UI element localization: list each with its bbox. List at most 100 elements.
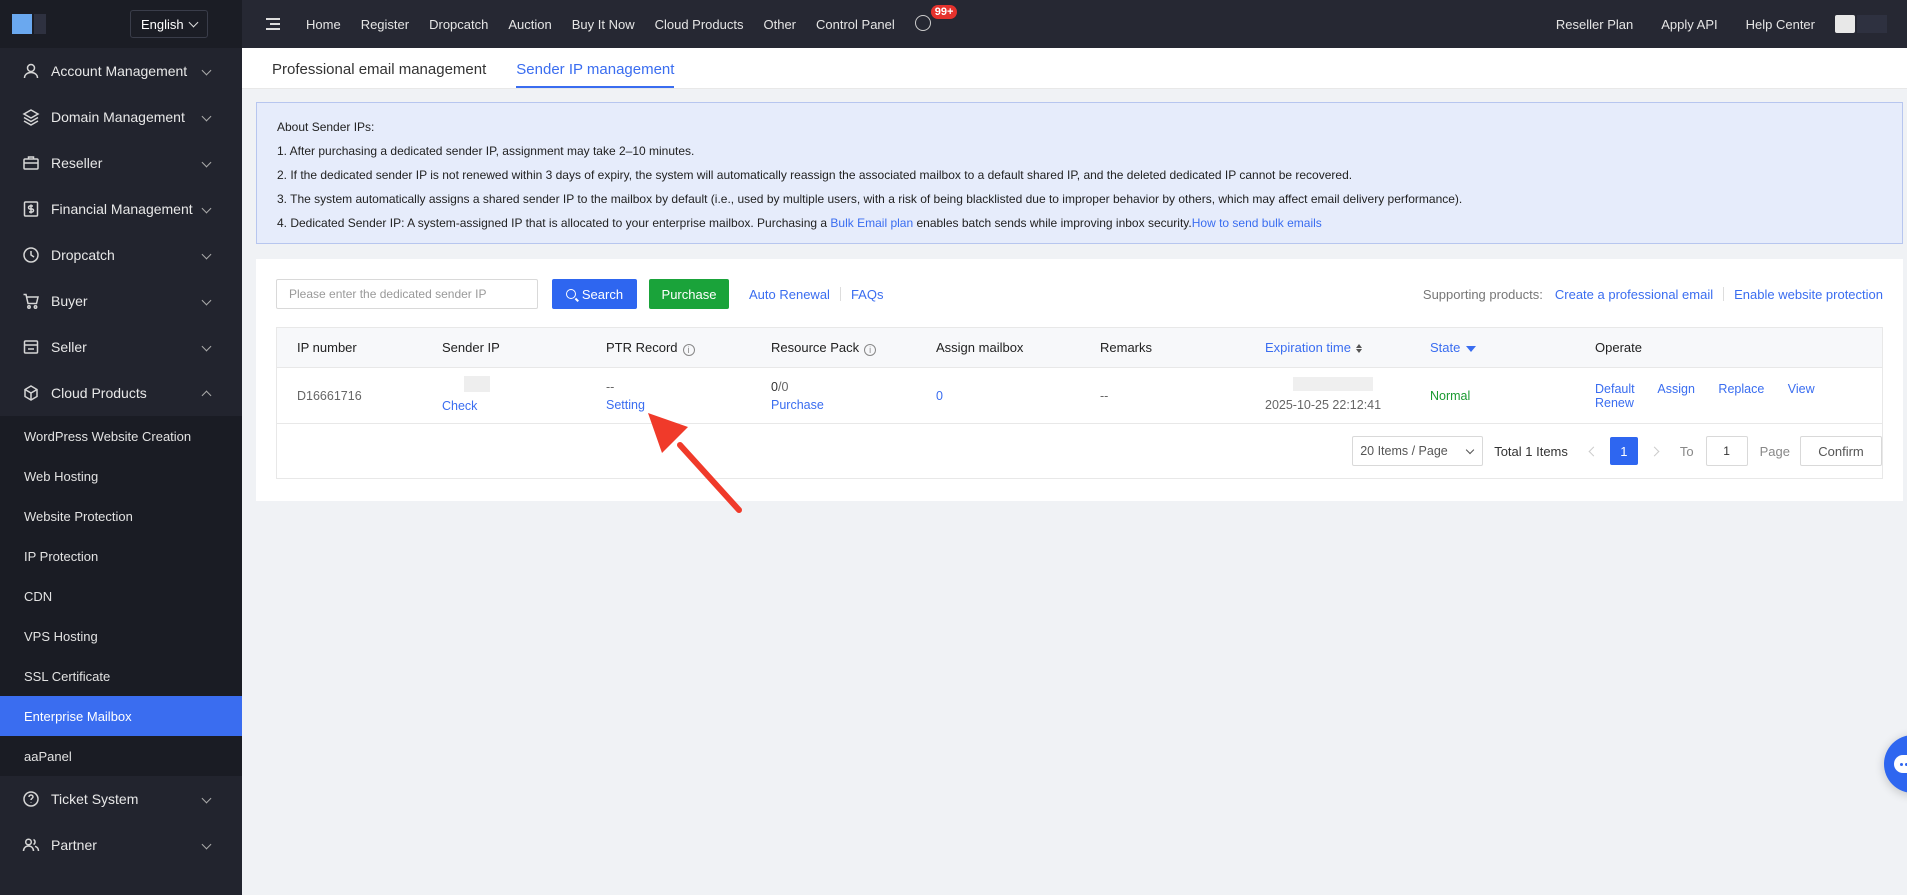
header-ptr-record: PTR Record i (586, 340, 751, 356)
sidebar-subitem-vps-hosting[interactable]: VPS Hosting (0, 616, 242, 656)
cell-sender-ip: Check (422, 376, 586, 415)
tabs: Professional email management Sender IP … (242, 48, 1907, 89)
sidebar-subitem-wordpress[interactable]: WordPress Website Creation (0, 416, 242, 456)
sidebar-subitem-enterprise-mailbox[interactable]: Enterprise Mailbox (0, 696, 242, 736)
chevron-up-icon (201, 390, 212, 401)
chevron-down-icon (201, 203, 212, 214)
cell-state: Normal (1430, 388, 1471, 403)
search-button-label: Search (581, 286, 624, 302)
sidebar-subitem-website-protection[interactable]: Website Protection (0, 496, 242, 536)
goto-page-input[interactable]: 1 (1705, 436, 1748, 466)
sidebar-subitem-ip-protection[interactable]: IP Protection (0, 536, 242, 576)
sender-ip-panel: Please enter the dedicated sender IP Sea… (256, 259, 1903, 501)
op-assign-link[interactable]: Assign (1657, 382, 1695, 396)
notice-title: About Sender IPs: (277, 120, 375, 134)
messages-button[interactable]: 99+ (914, 5, 958, 33)
search-button[interactable]: Search (552, 279, 637, 309)
sidebar-item-partner[interactable]: Partner (0, 822, 242, 868)
prev-page-icon[interactable] (1588, 446, 1599, 456)
nav-dropcatch[interactable]: Dropcatch (429, 17, 488, 32)
sidebar-item-label: Ticket System (51, 791, 139, 807)
purchase-button[interactable]: Purchase (649, 279, 729, 309)
sidebar-subitem-web-hosting[interactable]: Web Hosting (0, 456, 242, 496)
avatar[interactable] (1835, 15, 1855, 33)
resource-purchase-link[interactable]: Purchase (771, 398, 824, 412)
bulk-email-plan-link[interactable]: Bulk Email plan (830, 216, 913, 230)
nav-other[interactable]: Other (763, 17, 796, 32)
sender-ip-search-input[interactable]: Please enter the dedicated sender IP (276, 279, 538, 309)
how-to-send-bulk-emails-link[interactable]: How to send bulk emails (1192, 216, 1322, 230)
nav-right: Reseller Plan Apply API Help Center (1542, 0, 1907, 48)
pagination: 20 Items / Page Total 1 Items 1 To 1 Pag… (277, 424, 1882, 478)
sidebar-item-seller[interactable]: Seller (0, 324, 242, 370)
nav-control-panel[interactable]: Control Panel (816, 17, 895, 32)
sidebar-item-label: Cloud Products (51, 385, 147, 401)
sidebar-item-label: Partner (51, 837, 97, 853)
expiration-redacted (1265, 377, 1410, 396)
op-replace-link[interactable]: Replace (1718, 382, 1764, 396)
header-state[interactable]: State (1410, 340, 1575, 355)
sidebar-item-account-management[interactable]: Account Management (0, 48, 242, 94)
next-page-icon[interactable] (1649, 446, 1660, 456)
resource-pack-used: 0 (771, 379, 778, 394)
filter-icon[interactable] (1466, 345, 1477, 352)
sidebar-item-label: Buyer (51, 293, 88, 309)
op-default-link[interactable]: Default (1595, 382, 1635, 396)
logo[interactable] (12, 14, 32, 34)
notice-line-4: 4. Dedicated Sender IP: A system-assigne… (277, 211, 1882, 235)
language-selector[interactable]: English (130, 10, 208, 38)
clock-icon (22, 246, 40, 264)
info-icon[interactable]: i (864, 343, 877, 356)
sidebar-subitem-aapanel[interactable]: aaPanel (0, 736, 242, 776)
goto-confirm-button[interactable]: Confirm (1800, 436, 1882, 466)
sidebar-item-label: Account Management (51, 63, 188, 79)
faqs-link[interactable]: FAQs (851, 287, 884, 302)
info-icon[interactable]: i (682, 343, 695, 356)
divider (839, 287, 841, 301)
sort-icon[interactable] (1355, 344, 1362, 354)
nav-home[interactable]: Home (306, 17, 341, 32)
page-label: Page (1759, 443, 1790, 459)
ptr-value: -- (606, 379, 615, 394)
sidebar-item-buyer[interactable]: Buyer (0, 278, 242, 324)
partner-icon (22, 836, 40, 854)
notice-line-2: 2. If the dedicated sender IP is not ren… (277, 168, 1353, 182)
op-renew-link[interactable]: Renew (1595, 396, 1634, 410)
op-view-link[interactable]: View (1788, 382, 1815, 396)
sidebar-item-dropcatch[interactable]: Dropcatch (0, 232, 242, 278)
nav-reseller-plan[interactable]: Reseller Plan (1556, 17, 1633, 32)
tab-professional-email[interactable]: Professional email management (272, 61, 486, 88)
nav-register[interactable]: Register (361, 17, 409, 32)
nav-cloud-products[interactable]: Cloud Products (655, 17, 744, 32)
cell-expiration-time: 2025-10-25 22:12:41 (1245, 377, 1410, 414)
cell-ip-number: D16661716 (297, 388, 362, 403)
header-expiration-time[interactable]: Expiration time (1245, 340, 1410, 355)
expiration-value: 2025-10-25 22:12:41 (1265, 398, 1382, 412)
nav-buy-it-now[interactable]: Buy It Now (572, 17, 635, 32)
auto-renewal-link[interactable]: Auto Renewal (749, 287, 830, 302)
page-number-current[interactable]: 1 (1609, 437, 1638, 465)
dollar-icon (22, 200, 40, 218)
page-size-select[interactable]: 20 Items / Page (1352, 436, 1484, 466)
sidebar-item-label: Domain Management (51, 109, 185, 125)
username-redacted (1857, 15, 1887, 33)
total-items: Total 1 Items (1494, 443, 1568, 459)
sidebar-item-domain-management[interactable]: Domain Management (0, 94, 242, 140)
sidebar-subitem-cdn[interactable]: CDN (0, 576, 242, 616)
menu-toggle-icon[interactable] (266, 17, 282, 31)
sidebar-item-financial-management[interactable]: Financial Management (0, 186, 242, 232)
chevron-down-icon (1465, 445, 1475, 455)
sidebar-item-ticket-system[interactable]: Ticket System (0, 776, 242, 822)
tab-sender-ip[interactable]: Sender IP management (516, 61, 675, 88)
check-link[interactable]: Check (442, 399, 477, 413)
assign-mailbox-count-link[interactable]: 0 (936, 389, 943, 403)
nav-help-center[interactable]: Help Center (1746, 17, 1815, 32)
sidebar-item-cloud-products[interactable]: Cloud Products (0, 370, 242, 416)
sidebar-item-label: Seller (51, 339, 87, 355)
sidebar-item-reseller[interactable]: Reseller (0, 140, 242, 186)
create-professional-email-link[interactable]: Create a professional email (1555, 287, 1713, 302)
sidebar-subitem-ssl-certificate[interactable]: SSL Certificate (0, 656, 242, 696)
nav-auction[interactable]: Auction (508, 17, 551, 32)
enable-website-protection-link[interactable]: Enable website protection (1734, 287, 1883, 302)
nav-apply-api[interactable]: Apply API (1661, 17, 1717, 32)
